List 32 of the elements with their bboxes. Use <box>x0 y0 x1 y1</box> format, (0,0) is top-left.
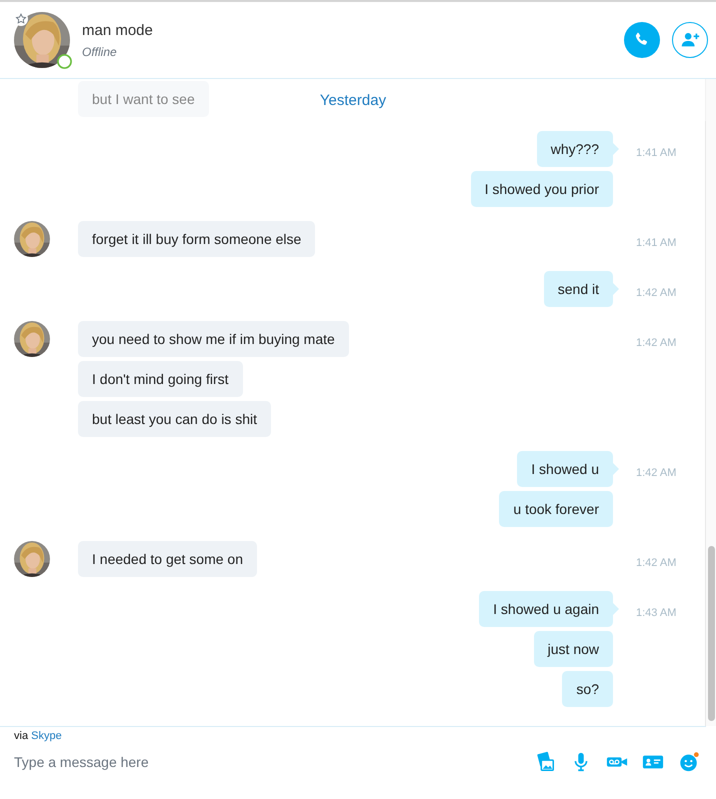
bubble-tail <box>613 603 619 615</box>
message-bubble: u took forever <box>499 491 613 527</box>
contact-status: Offline <box>82 44 118 58</box>
message-time: 1:42 AM <box>636 287 676 299</box>
message-time: 1:43 AM <box>636 607 676 619</box>
message-bubble: forget it ill buy form someone else <box>78 221 316 257</box>
call-button[interactable] <box>624 22 660 58</box>
service-link[interactable]: Skype <box>31 730 62 742</box>
message-bubble: I showed you prior <box>470 171 613 207</box>
emoji-icon[interactable] <box>678 751 700 773</box>
date-label: Yesterday <box>320 92 386 108</box>
via-label: via Skype <box>14 730 63 742</box>
message-time: 1:42 AM <box>636 467 676 479</box>
message-bubble: just now <box>534 631 613 667</box>
message-bubble: you need to show me if im buying mate <box>78 321 349 357</box>
contact-name: man mode <box>82 22 154 38</box>
message-time: 1:41 AM <box>636 147 676 159</box>
bubble-tail <box>613 283 619 295</box>
scrollbar-thumb[interactable] <box>708 546 715 721</box>
message-bubble: but I want to see <box>78 81 209 117</box>
message-bubble: but least you can do is shit <box>78 401 271 437</box>
star-icon[interactable] <box>14 12 28 26</box>
message-time: 1:42 AM <box>636 337 676 349</box>
message-bubble: I needed to get some on <box>78 541 257 577</box>
message-bubble: I don't mind going first <box>78 361 243 397</box>
presence-ring-icon <box>57 54 72 69</box>
bubble-tail <box>613 143 619 155</box>
add-contact-button[interactable] <box>672 22 708 58</box>
bubble-tail <box>613 463 619 475</box>
message-bubble: so? <box>562 671 613 707</box>
message-time: 1:42 AM <box>636 557 676 569</box>
message-time: 1:41 AM <box>636 237 676 249</box>
